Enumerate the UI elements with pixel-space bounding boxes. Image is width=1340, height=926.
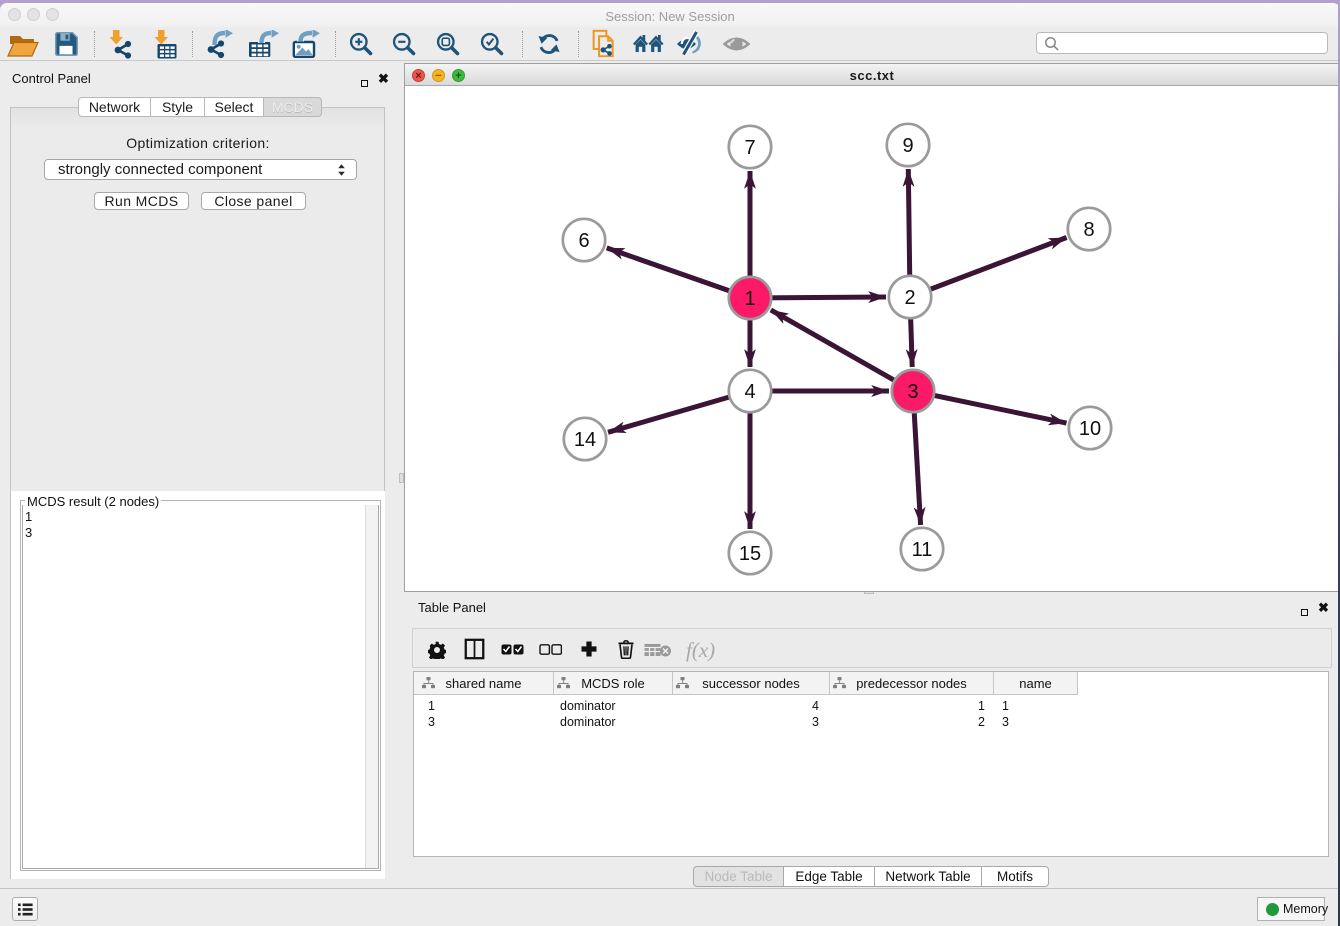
svg-text:8: 8 xyxy=(1083,219,1094,241)
svg-text:6: 6 xyxy=(578,230,589,252)
svg-text:3: 3 xyxy=(907,381,918,403)
svg-text:7: 7 xyxy=(744,137,755,159)
svg-text:1: 1 xyxy=(744,288,755,310)
svg-text:11: 11 xyxy=(912,539,933,561)
svg-text:4: 4 xyxy=(744,381,755,403)
svg-text:2: 2 xyxy=(904,287,915,309)
svg-text:14: 14 xyxy=(574,429,596,451)
svg-text:15: 15 xyxy=(739,543,761,565)
svg-text:10: 10 xyxy=(1079,418,1101,440)
svg-text:9: 9 xyxy=(902,135,913,157)
